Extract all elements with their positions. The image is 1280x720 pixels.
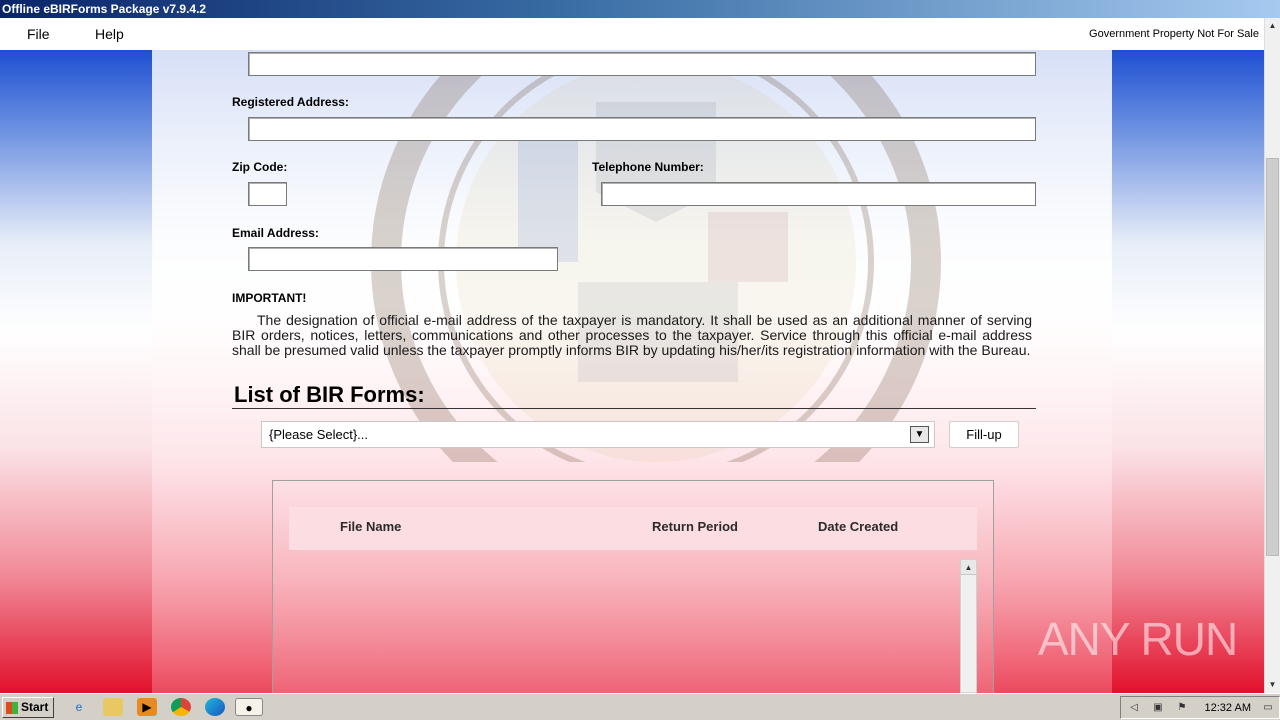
system-tray: ◁ ▣ ⚑ 12:32 AM ▭ (1120, 696, 1280, 719)
government-notice: Government Property Not For Sale (1089, 28, 1259, 40)
scroll-thumb[interactable] (1266, 158, 1279, 556)
window-scrollbar[interactable]: ▲ ▼ (1264, 18, 1280, 693)
zip-code-label: Zip Code: (232, 160, 288, 174)
flag-icon[interactable]: ⚑ (1175, 701, 1189, 715)
bir-form-select[interactable]: {Please Select}... ▼ (261, 421, 935, 448)
column-file-name[interactable]: File Name (340, 519, 401, 534)
edge-icon[interactable] (205, 698, 225, 716)
important-notice-text: The designation of official e-mail addre… (232, 312, 1032, 358)
network-icon[interactable]: ▣ (1151, 701, 1165, 715)
menu-help[interactable]: Help (95, 26, 124, 42)
menu-file[interactable]: File (27, 26, 50, 42)
column-date-created[interactable]: Date Created (818, 519, 898, 534)
telephone-label: Telephone Number: (592, 160, 704, 174)
registered-address-label: Registered Address: (232, 95, 349, 109)
clock: 12:32 AM (1204, 702, 1251, 714)
fillup-button[interactable]: Fill-up (949, 421, 1019, 448)
anyrun-watermark: ANY RUN (1038, 613, 1238, 665)
show-desktop-icon[interactable]: ▭ (1261, 701, 1275, 715)
list-scrollbar[interactable]: ▲ (960, 559, 977, 693)
windows-logo-icon (6, 702, 18, 714)
section-divider (232, 408, 1036, 409)
start-label: Start (21, 700, 49, 714)
explorer-icon[interactable] (103, 698, 123, 716)
email-field[interactable] (248, 247, 558, 271)
important-label: IMPORTANT! (232, 291, 307, 305)
scroll-up-icon[interactable]: ▲ (961, 560, 976, 575)
bir-form-select-value: {Please Select}... (269, 427, 369, 442)
scroll-down-icon[interactable]: ▼ (1265, 677, 1280, 693)
start-button[interactable]: Start (2, 697, 54, 718)
column-return-period[interactable]: Return Period (652, 519, 738, 534)
list-header: File Name Return Period Date Created (289, 507, 977, 550)
window-title: Offline eBIRForms Package v7.9.4.2 (0, 0, 1280, 18)
menu-bar: File Help Government Property Not For Sa… (0, 18, 1264, 50)
chevron-down-icon[interactable]: ▼ (910, 426, 929, 443)
volume-icon[interactable]: ◁ (1127, 701, 1141, 715)
ie-icon[interactable]: e (69, 698, 89, 716)
zip-code-field[interactable] (248, 182, 287, 206)
media-player-icon[interactable]: ▶ (137, 698, 157, 716)
forms-list-title: List of BIR Forms: (234, 382, 425, 407)
scroll-up-icon[interactable]: ▲ (1265, 18, 1280, 34)
telephone-field[interactable] (601, 182, 1036, 206)
taskbar: Start e ▶ ● ◁ ▣ ⚑ 12:32 AM ▭ (0, 693, 1280, 720)
chrome-icon[interactable] (171, 698, 191, 716)
email-label: Email Address: (232, 226, 319, 240)
top-field[interactable] (248, 52, 1036, 76)
ebirforms-icon[interactable]: ● (235, 698, 263, 716)
registered-address-field[interactable] (248, 117, 1036, 141)
